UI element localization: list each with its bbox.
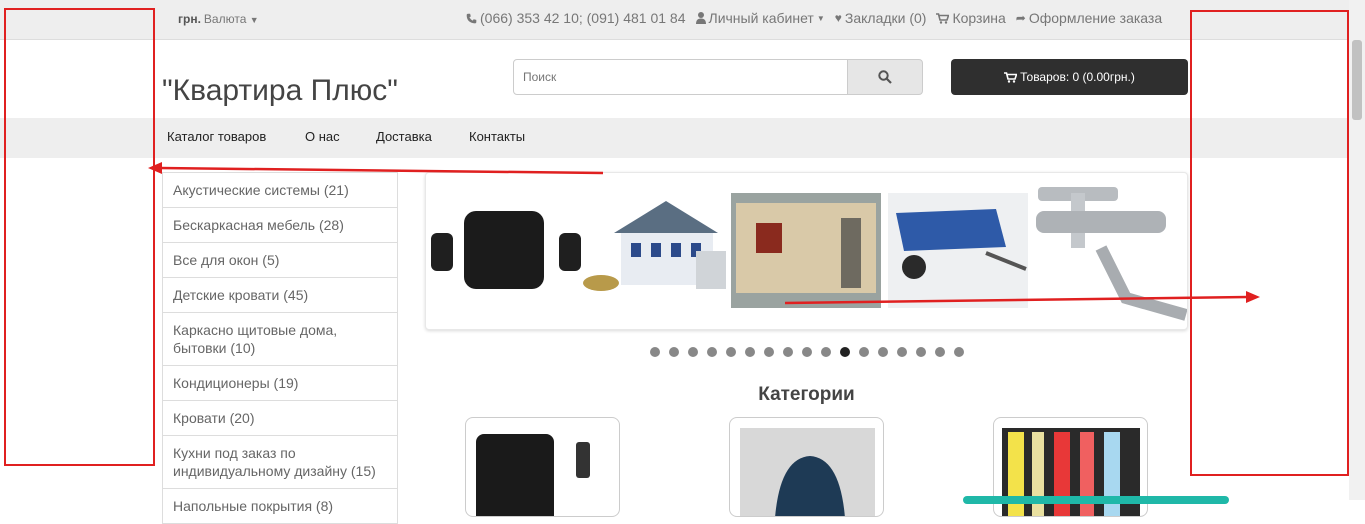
- annotation-arrows: [148, 162, 1260, 305]
